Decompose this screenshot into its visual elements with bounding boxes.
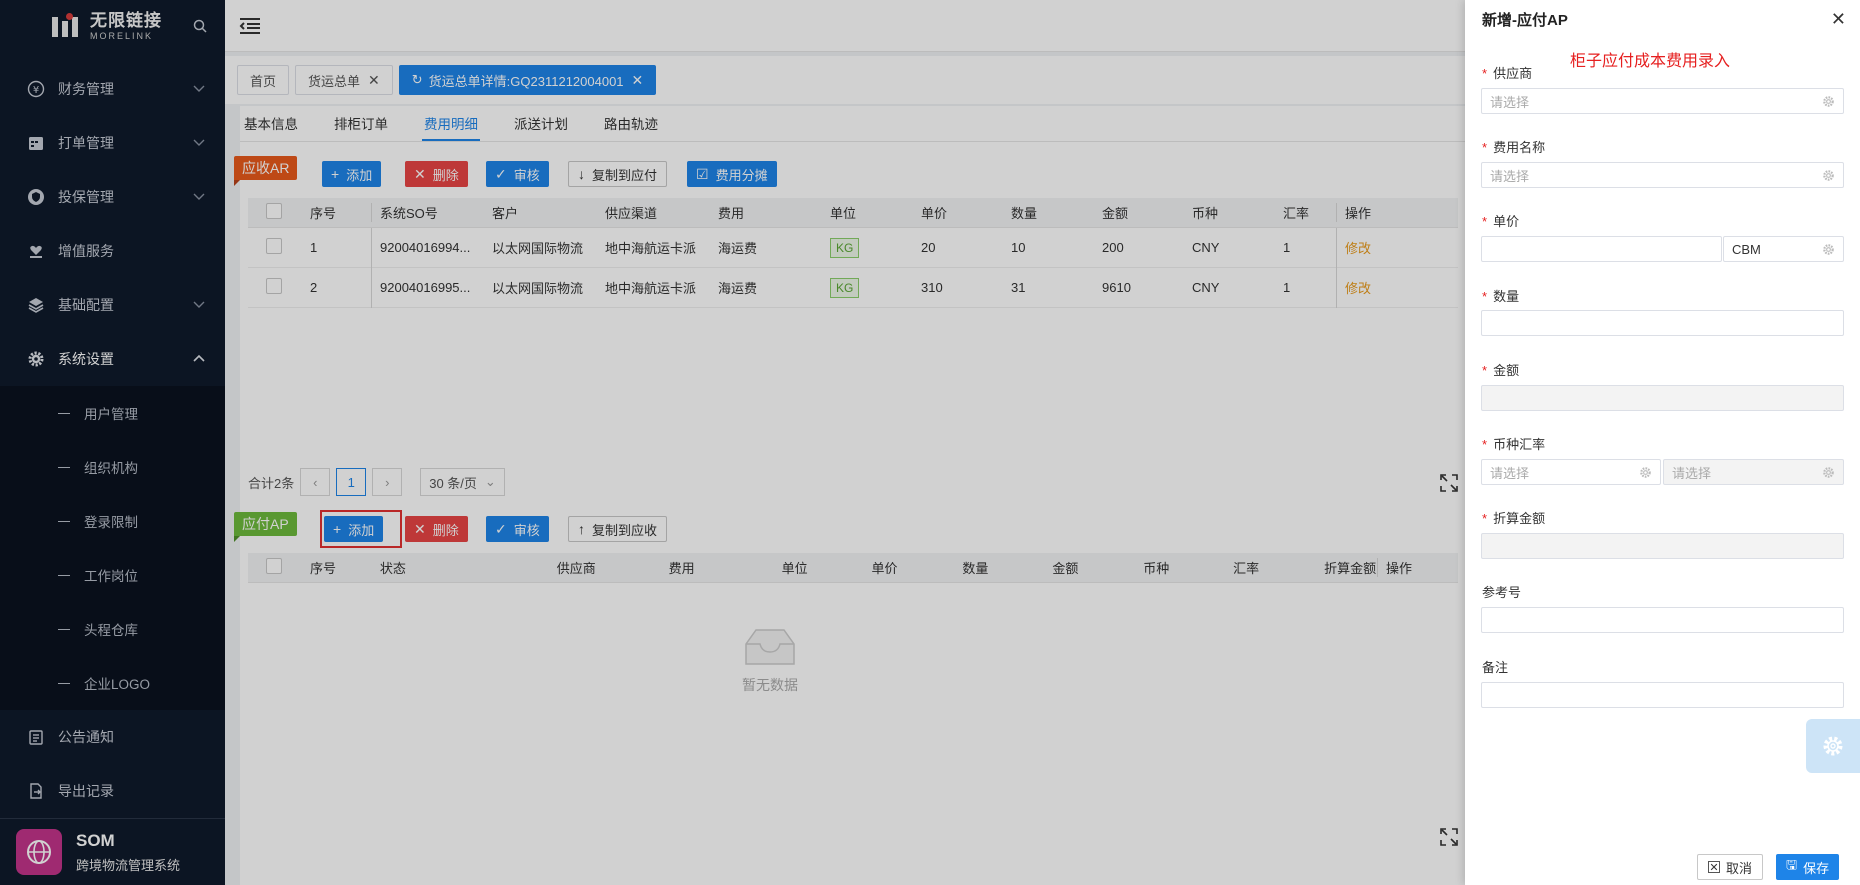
unit-price-input[interactable] xyxy=(1481,236,1722,262)
close-icon: ✕ xyxy=(1708,861,1720,874)
placeholder: 请选择 xyxy=(1672,465,1712,481)
placeholder: 请选择 xyxy=(1490,168,1530,184)
supplier-label: * 供应商 xyxy=(1482,66,1533,81)
drawer-title: 新增-应付AP xyxy=(1482,12,1568,29)
gear-icon xyxy=(1823,467,1834,478)
currency-select[interactable]: 请选择 xyxy=(1481,459,1661,485)
settings-fab[interactable] xyxy=(1806,719,1860,773)
amount-label: * 金额 xyxy=(1482,363,1520,378)
rate-select: 请选择 xyxy=(1663,459,1844,485)
amount-input xyxy=(1481,385,1844,411)
placeholder: 请选择 xyxy=(1490,465,1530,481)
unit-price-label: * 单价 xyxy=(1482,214,1520,229)
modal-overlay[interactable] xyxy=(0,0,1465,885)
unit-select[interactable]: CBM xyxy=(1723,236,1844,262)
quantity-label: * 数量 xyxy=(1482,289,1520,304)
unit-value: CBM xyxy=(1732,241,1761,257)
gear-icon xyxy=(1823,244,1834,255)
quantity-input[interactable] xyxy=(1481,310,1844,336)
converted-amount-label: * 折算金额 xyxy=(1482,511,1546,526)
button-label: 取消 xyxy=(1726,860,1753,876)
gear-icon xyxy=(1823,736,1843,756)
reference-input[interactable] xyxy=(1481,607,1844,633)
save-button[interactable]: 🖫 保存 xyxy=(1776,854,1840,880)
reference-label: 参考号 xyxy=(1482,585,1522,600)
currency-rate-label: * 币种汇率 xyxy=(1482,437,1546,452)
remark-input[interactable] xyxy=(1481,682,1844,708)
annotation-note: 柜子应付成本费用录入 xyxy=(1570,53,1731,70)
button-label: 保存 xyxy=(1803,860,1830,876)
remark-label: 备注 xyxy=(1482,660,1509,675)
supplier-select[interactable]: 请选择 xyxy=(1481,88,1844,114)
converted-amount-input xyxy=(1481,533,1844,559)
fee-name-select[interactable]: 请选择 xyxy=(1481,162,1844,188)
gear-icon xyxy=(1823,170,1834,181)
close-icon[interactable]: ✕ xyxy=(1831,9,1846,30)
cancel-button[interactable]: ✕ 取消 xyxy=(1697,854,1764,880)
save-icon: 🖫 xyxy=(1786,857,1798,872)
placeholder: 请选择 xyxy=(1490,94,1530,110)
gear-icon xyxy=(1823,96,1834,107)
add-payable-drawer: 新增-应付AP ✕ 柜子应付成本费用录入 * 供应商 请选择 * 费用名称 请选择 … xyxy=(1465,0,1860,885)
gear-icon xyxy=(1640,467,1651,478)
fee-name-label: * 费用名称 xyxy=(1482,140,1546,155)
